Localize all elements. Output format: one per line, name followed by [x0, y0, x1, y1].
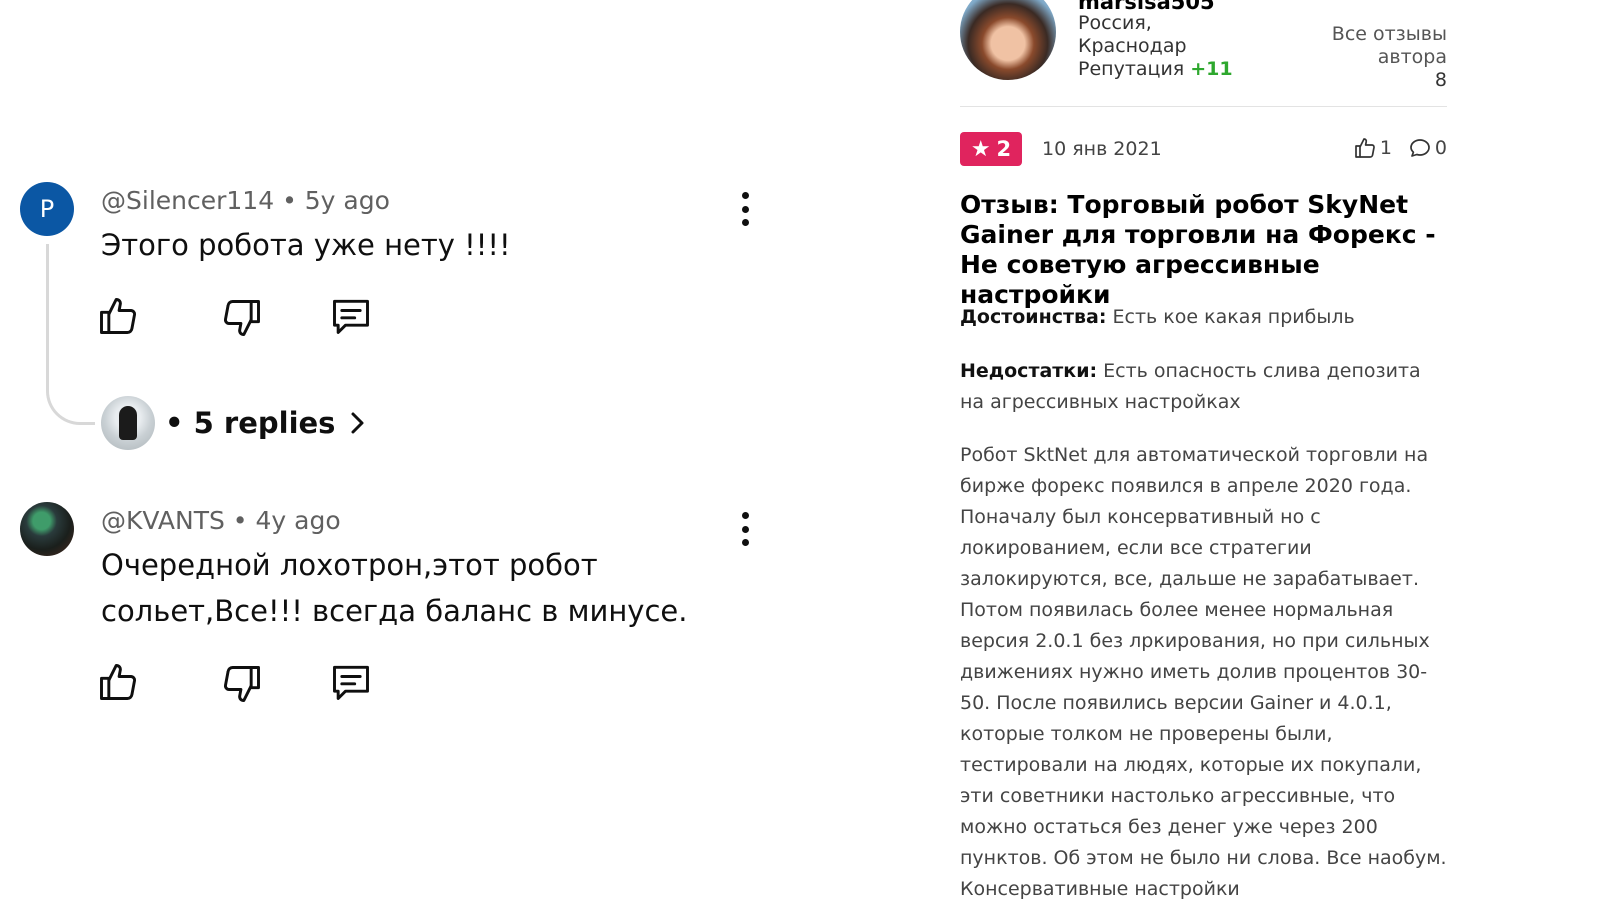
review-body: Робот SktNet для автоматической торговли…: [960, 444, 1447, 900]
rating-value: 2: [996, 137, 1012, 161]
like-button[interactable]: [96, 660, 140, 704]
review-pros: Достоинства: Есть кое какая прибыль: [960, 302, 1447, 333]
reputation-label: Репутация: [1078, 58, 1185, 80]
thread-connector: [46, 244, 95, 425]
review-title[interactable]: Отзыв: Торговый робот SkyNet Gainer для …: [960, 190, 1447, 310]
reply-button[interactable]: [329, 294, 373, 338]
comment-meta: @Silencer114 • 5y ago: [101, 186, 390, 215]
more-dot-icon: [741, 525, 749, 533]
replies-toggle[interactable]: • 5 replies: [101, 396, 369, 450]
more-dot-icon: [741, 219, 749, 226]
comments-button[interactable]: 0: [1408, 136, 1447, 160]
meta-separator: •: [232, 506, 248, 535]
all-reviews-label: Все отзывы автора: [1331, 23, 1447, 68]
comment-text: Этого робота уже нету !!!!: [101, 228, 511, 262]
comment-meta: @KVANTS • 4y ago: [101, 506, 341, 535]
comment-author[interactable]: @Silencer114: [101, 186, 274, 215]
like-button[interactable]: 1: [1353, 136, 1392, 160]
comment-author[interactable]: @KVANTS: [101, 506, 225, 535]
comment-time[interactable]: 4y ago: [256, 506, 341, 535]
comment-menu-button[interactable]: [735, 192, 755, 226]
reply-button[interactable]: [329, 660, 373, 704]
author-reputation: Репутация +11: [1078, 58, 1233, 80]
comment-text: Очередной лохотрон,этот робот сольет,Все…: [101, 548, 688, 628]
all-reviews-link[interactable]: Все отзывы автора 8: [1332, 0, 1447, 115]
more-dot-icon: [741, 512, 749, 519]
reputation-value: +11: [1190, 58, 1233, 80]
more-dot-icon: [741, 192, 749, 199]
review-date: 10 янв 2021: [1042, 138, 1162, 160]
review-stats: 1 0: [1337, 136, 1447, 160]
review-panel: marsisa505 Россия, Краснодар Репутация +1…: [960, 0, 1447, 900]
reply-icon: [333, 665, 369, 700]
comment-time[interactable]: 5y ago: [305, 186, 390, 215]
dislike-button[interactable]: [220, 662, 264, 706]
avatar[interactable]: P: [20, 182, 74, 236]
review-cons: Недостатки: Есть опасность слива депозит…: [960, 356, 1447, 418]
reply-icon: [333, 299, 369, 334]
more-dot-icon: [741, 539, 749, 546]
star-icon: ★: [970, 136, 991, 162]
author-location: Россия, Краснодар: [1078, 12, 1187, 57]
thumbs-up-icon: [1354, 138, 1375, 158]
dislike-button[interactable]: [220, 296, 264, 340]
meta-separator: •: [282, 186, 297, 215]
comment-count: 0: [1434, 137, 1447, 159]
pros-text: Есть кое какая прибыль: [1112, 306, 1355, 328]
like-button[interactable]: [96, 294, 140, 338]
rating-badge: ★ 2: [960, 132, 1022, 166]
pros-label: Достоинства:: [960, 306, 1107, 328]
cons-label: Недостатки:: [960, 360, 1098, 382]
avatar[interactable]: [20, 502, 74, 556]
chevron-right-icon: [351, 412, 364, 434]
reply-avatar: [101, 396, 155, 450]
author-avatar[interactable]: [960, 0, 1056, 80]
thumbs-down-icon: [224, 666, 260, 702]
thumbs-up-icon: [100, 664, 136, 700]
divider: [960, 106, 1447, 107]
comment-bubble-icon: [1410, 139, 1430, 157]
comment-menu-button[interactable]: [735, 512, 755, 546]
thumbs-down-icon: [224, 300, 260, 336]
replies-label: • 5 replies: [165, 406, 336, 440]
like-count: 1: [1379, 137, 1392, 159]
all-reviews-count: 8: [1434, 69, 1447, 91]
more-dot-icon: [741, 205, 749, 213]
avatar-letter: P: [39, 195, 55, 223]
comments-section: P @Silencer114 • 5y ago Этого робота уже…: [0, 0, 900, 900]
thumbs-up-icon: [100, 298, 136, 334]
